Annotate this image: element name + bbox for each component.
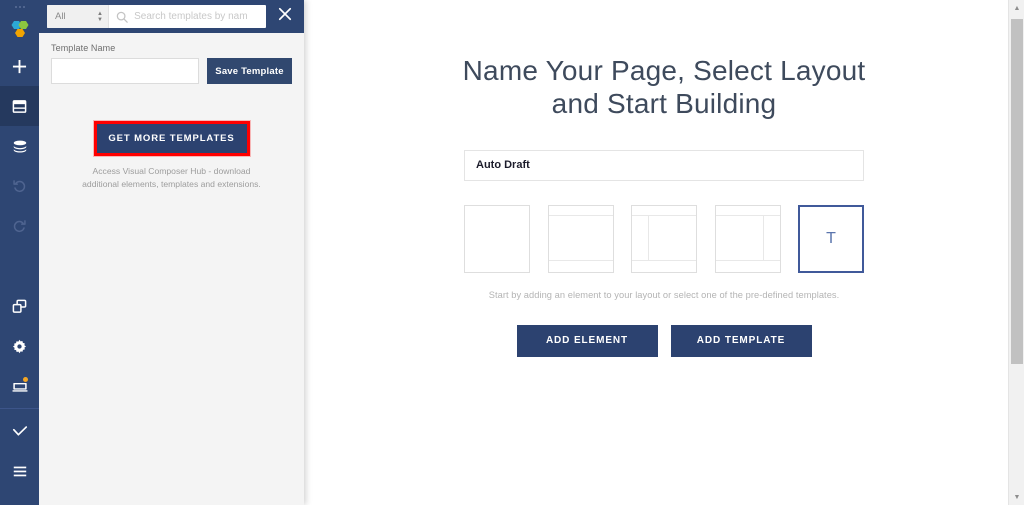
sidebar-item-add-element[interactable] [0,46,39,86]
layout-row-bottom [548,259,613,261]
gear-icon [12,339,27,354]
layout-column-left [648,214,649,261]
copy-icon [12,299,27,314]
canvas-scrollbar[interactable]: ▲ ▼ [1008,0,1024,505]
sidebar-item-layers[interactable] [0,126,39,166]
search-icon [109,5,134,28]
hub-promo-note: Access Visual Composer Hub - download ad… [82,166,261,190]
sidebar-item-redo[interactable] [0,206,39,246]
close-panel-button[interactable] [266,0,304,33]
visual-composer-logo[interactable] [0,14,39,46]
scrollbar-down-arrow[interactable]: ▼ [1009,489,1024,505]
layout-option-header-footer[interactable] [547,204,614,273]
canvas-action-buttons: ADD ELEMENT ADD TEMPLATE [516,324,812,357]
hub-promo: GET MORE TEMPLATES Access Visual Compose… [51,121,292,192]
layout-option-template[interactable]: T [798,204,864,273]
sidebar-item-publish[interactable] [0,411,39,451]
layout-picker: T [464,204,864,273]
layout-column-right [762,214,764,261]
hamburger-icon [12,465,28,478]
layout-row-top [715,214,780,216]
scrollbar-up-arrow[interactable]: ▲ [1009,0,1024,16]
get-more-templates-button[interactable]: GET MORE TEMPLATES [93,121,250,156]
template-name-label: Template Name [51,43,116,53]
layout-option-blank[interactable] [464,204,530,273]
layout-row-bottom [632,259,696,261]
close-icon [278,7,292,26]
page-title: Name Your Page, Select Layout and Start … [462,55,866,119]
layout-row-top [548,214,613,216]
sidebar-item-menu[interactable] [0,451,39,491]
template-glyph-icon: T [826,229,836,247]
template-name-input[interactable] [51,58,199,84]
editor-canvas: Name Your Page, Select Layout and Start … [304,0,1024,505]
templates-search-input[interactable] [134,5,267,28]
template-category-value: All [55,11,66,22]
plus-icon [12,59,27,74]
hub-update-badge [23,377,28,382]
redo-icon [12,219,27,234]
add-element-button[interactable]: ADD ELEMENT [516,324,658,357]
templates-panel-header: All ▲ ▼ [39,0,304,33]
layout-hint-text: Start by adding an element to your layou… [488,289,840,300]
scrollbar-thumb[interactable] [1011,19,1023,364]
editor-sidebar-rail [0,0,39,505]
canvas-content: Name Your Page, Select Layout and Start … [304,0,1024,505]
save-template-row: Save Template [51,58,292,84]
templates-panel-body: Template Name Save Template GET MORE TEM… [39,33,304,505]
layout-option-right-sidebar[interactable] [714,204,781,273]
sidebar-item-undo[interactable] [0,166,39,206]
templates-panel: All ▲▼ Temp [39,0,304,505]
rail-divider [0,408,39,409]
undo-icon [12,179,27,194]
layers-icon [12,139,28,154]
layout-row-top [632,214,696,216]
sidebar-item-settings[interactable] [0,326,39,366]
layout-option-left-sidebar[interactable] [631,204,697,273]
add-template-button[interactable]: ADD TEMPLATE [670,324,812,357]
layout-row-bottom [715,259,780,261]
template-category-select[interactable]: All ▲ ▼ [47,5,109,28]
sidebar-item-templates[interactable] [0,86,39,126]
templates-icon [12,99,27,114]
stepper-arrows-icon: ▲ ▼ [97,10,103,23]
check-icon [12,424,28,439]
rail-drag-handle[interactable] [0,0,39,14]
page-name-input[interactable] [464,149,864,181]
sidebar-item-copy[interactable] [0,286,39,326]
sidebar-item-hub[interactable] [0,366,39,406]
templates-search-bar: All ▲ ▼ [47,5,267,28]
editor-app: All ▲▼ Temp [0,0,1024,505]
save-template-button[interactable]: Save Template [207,58,292,84]
